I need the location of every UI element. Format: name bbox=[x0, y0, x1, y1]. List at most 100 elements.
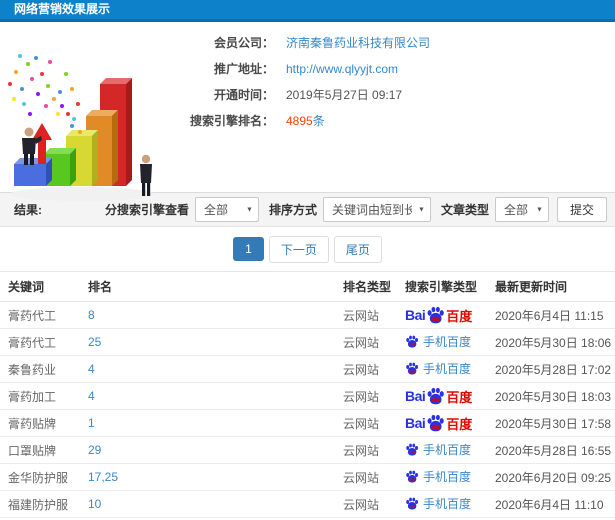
mobile-baidu-text: 手机百度 bbox=[423, 335, 472, 349]
baidu-logo: Bai du 百度 bbox=[405, 306, 472, 325]
engine-cell: Bai du 百度 bbox=[397, 301, 487, 329]
updated-cell: 2020年6月20日 09:25 bbox=[487, 463, 615, 491]
updated-cell: 2020年5月30日 17:58 bbox=[487, 409, 615, 437]
col-header-rank: 排名 bbox=[80, 271, 335, 302]
keyword-cell: 膏药加工 bbox=[0, 382, 80, 410]
table-row: 福建防护服 10 云网站 du 手机百度 2020年6月4日 11:10 bbox=[0, 490, 615, 518]
engine-cell: du 手机百度 bbox=[397, 328, 487, 356]
rank-type-cell: 云网站 bbox=[335, 490, 397, 518]
keyword-cell: 金华防护服 bbox=[0, 463, 80, 491]
engine-view-select[interactable]: 全部 bbox=[194, 197, 259, 222]
rank-type-cell: 云网站 bbox=[335, 436, 397, 464]
col-header-keyword: 关键词 bbox=[0, 271, 80, 302]
engine-cell: Bai du 百度 bbox=[397, 382, 487, 410]
engine-rank-number: 4895 bbox=[286, 114, 313, 128]
sort-select[interactable]: 关键词由短到长排序 bbox=[322, 197, 431, 222]
article-type-select-wrap: 全部 bbox=[494, 197, 549, 222]
updated-cell: 2020年5月28日 16:55 bbox=[487, 436, 615, 464]
svg-text:du: du bbox=[409, 369, 415, 374]
engine-view-select-wrap: 全部 bbox=[194, 197, 259, 222]
rank-cell[interactable]: 25 bbox=[80, 328, 335, 356]
col-header-updated: 最新更新时间 bbox=[487, 271, 615, 302]
sort-select-wrap: 关键词由短到长排序 bbox=[322, 197, 431, 222]
mobile-baidu-text: 手机百度 bbox=[423, 470, 472, 484]
baidu-paw-icon: du bbox=[427, 306, 445, 324]
rank-type-cell: 云网站 bbox=[335, 355, 397, 383]
updated-cell: 2020年6月4日 11:10 bbox=[487, 490, 615, 518]
baidu-cn-text: 百度 bbox=[446, 308, 473, 324]
promo-url-label: 推广地址： bbox=[213, 62, 274, 76]
baidu-paw-icon: du bbox=[427, 414, 445, 432]
rank-type-cell: 云网站 bbox=[335, 382, 397, 410]
promo-url-link[interactable]: http://www.qlyyjt.com bbox=[286, 62, 398, 76]
svg-text:du: du bbox=[409, 477, 415, 482]
rank-cell[interactable]: 1 bbox=[80, 409, 335, 437]
member-company-label: 会员公司： bbox=[213, 36, 274, 50]
mobile-baidu-logo: du 手机百度 bbox=[405, 441, 471, 458]
mobile-baidu-logo: du 手机百度 bbox=[405, 333, 471, 350]
col-header-engine-type: 搜索引擎类型 bbox=[397, 271, 487, 302]
table-row: 膏药贴牌 1 云网站 Bai du 百度 2020年5月30日 17:58 bbox=[0, 409, 615, 437]
baidu-cn-text: 百度 bbox=[446, 389, 473, 405]
svg-text:du: du bbox=[432, 424, 440, 431]
page-title: 网络营销效果展示 bbox=[0, 0, 615, 22]
baidu-cn-text: 百度 bbox=[446, 416, 473, 432]
svg-text:du: du bbox=[409, 504, 415, 509]
keyword-cell: 秦鲁药业 bbox=[0, 355, 80, 383]
baidu-logo: Bai du 百度 bbox=[405, 387, 472, 406]
mobile-baidu-logo: du 手机百度 bbox=[405, 468, 471, 485]
rank-type-cell: 云网站 bbox=[335, 409, 397, 437]
engine-rank-count: 4895条 bbox=[286, 112, 325, 129]
mobile-baidu-paw-icon: du bbox=[406, 335, 418, 348]
keyword-cell: 膏药贴牌 bbox=[0, 409, 80, 437]
engine-cell: Bai du 百度 bbox=[397, 409, 487, 437]
updated-cell: 2020年5月28日 17:02 bbox=[487, 355, 615, 383]
rank-cell[interactable]: 8 bbox=[80, 301, 335, 329]
mobile-baidu-paw-icon: du bbox=[406, 443, 418, 456]
engine-rank-label: 搜索引擎排名： bbox=[189, 114, 274, 128]
rank-cell[interactable]: 4 bbox=[80, 382, 335, 410]
submit-button[interactable]: 提交 bbox=[556, 197, 607, 222]
col-header-rank-type: 排名类型 bbox=[335, 271, 397, 302]
rank-cell[interactable]: 29 bbox=[80, 436, 335, 464]
mobile-baidu-paw-icon: du bbox=[406, 362, 418, 375]
open-time-value: 2019年5月27日 09:17 bbox=[286, 88, 403, 102]
confetti-dots bbox=[8, 54, 82, 134]
last-page-button[interactable]: 尾页 bbox=[333, 235, 382, 263]
table-row: 膏药加工 4 云网站 Bai du 百度 2020年5月30日 18:03 bbox=[0, 382, 615, 410]
businessman-right bbox=[140, 154, 152, 196]
mobile-baidu-logo: du 手机百度 bbox=[405, 495, 471, 512]
rank-cell[interactable]: 4 bbox=[80, 355, 335, 383]
keyword-cell: 膏药代工 bbox=[0, 328, 80, 356]
rank-type-cell: 云网站 bbox=[335, 463, 397, 491]
engine-cell: du 手机百度 bbox=[397, 355, 487, 383]
svg-text:du: du bbox=[432, 316, 440, 323]
rank-cell[interactable]: 17,25 bbox=[80, 463, 335, 491]
rank-type-cell: 云网站 bbox=[335, 301, 397, 329]
table-header-row: 关键词 排名 排名类型 搜索引擎类型 最新更新时间 bbox=[0, 271, 615, 302]
pagination: 1 下一页 尾页 bbox=[0, 227, 615, 271]
updated-cell: 2020年5月30日 18:06 bbox=[487, 328, 615, 356]
updated-cell: 2020年6月4日 11:15 bbox=[487, 301, 615, 329]
mobile-baidu-paw-icon: du bbox=[406, 497, 418, 510]
mobile-baidu-text: 手机百度 bbox=[423, 497, 472, 511]
article-type-select[interactable]: 全部 bbox=[494, 197, 549, 222]
keyword-cell: 口罩贴牌 bbox=[0, 436, 80, 464]
page-1-button[interactable]: 1 bbox=[233, 237, 264, 261]
baidu-logo: Bai du 百度 bbox=[405, 414, 472, 433]
mobile-baidu-text: 手机百度 bbox=[423, 362, 472, 376]
open-time-label: 开通时间： bbox=[213, 88, 274, 102]
marketing-growth-chart-illustration bbox=[8, 54, 154, 201]
rank-cell[interactable]: 10 bbox=[80, 490, 335, 518]
keyword-cell: 福建防护服 bbox=[0, 490, 80, 518]
table-row: 膏药代工 8 云网站 Bai du 百度 2020年6月4日 11:15 bbox=[0, 301, 615, 329]
baidu-bai-text: Bai bbox=[405, 415, 426, 431]
results-table: 关键词 排名 排名类型 搜索引擎类型 最新更新时间 膏药代工 8 云网站 Bai bbox=[0, 271, 615, 520]
member-company-link[interactable]: 济南秦鲁药业科技有限公司 bbox=[286, 34, 430, 51]
baidu-paw-icon: du bbox=[427, 387, 445, 405]
next-page-button[interactable]: 下一页 bbox=[268, 235, 329, 263]
member-profile: 会员公司： 济南秦鲁药业科技有限公司 推广地址： http://www.qlyy… bbox=[170, 34, 430, 138]
rank-type-cell: 云网站 bbox=[335, 328, 397, 356]
table-row: 膏药代工 25 云网站 du 手机百度 2020年5月30日 18:06 bbox=[0, 328, 615, 356]
engine-rank-unit: 条 bbox=[312, 114, 325, 128]
